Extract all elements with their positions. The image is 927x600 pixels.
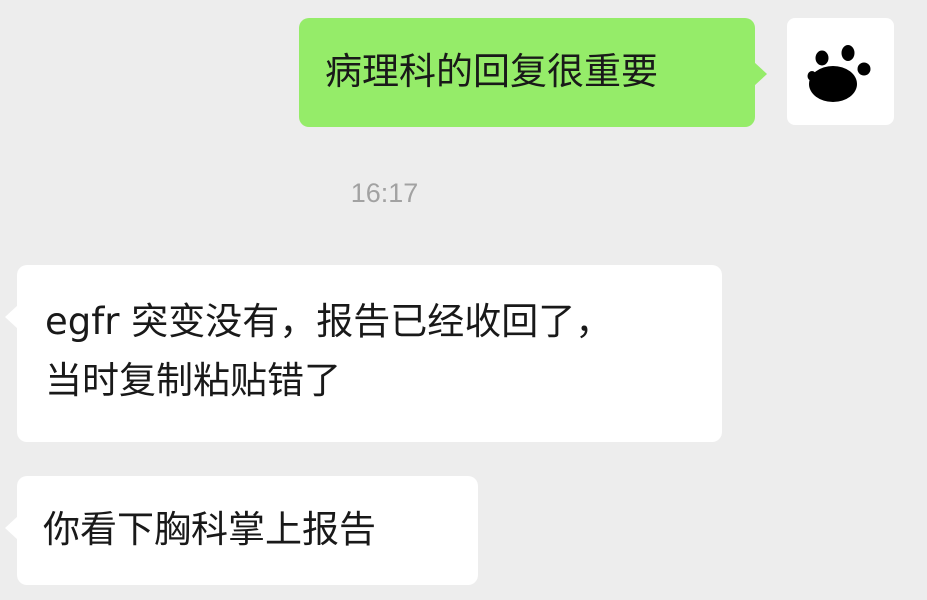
message-text: 病理科的回复很重要 <box>325 50 658 93</box>
message-text: 你看下胸科掌上报告 <box>43 508 376 551</box>
message-bubble-incoming[interactable]: 你看下胸科掌上报告 <box>5 476 478 585</box>
paw-print-icon <box>807 45 871 102</box>
message-timestamp: 16:17 <box>350 178 419 208</box>
chat-view: 病理科的回复很重要 16:17 egfr 突变没有，报告已经收回了， 当时复制粘… <box>0 0 927 600</box>
message-text-line: egfr 突变没有，报告已经收回了， <box>45 300 613 343</box>
message-bubble-outgoing[interactable]: 病理科的回复很重要 <box>299 18 767 127</box>
avatar[interactable] <box>787 18 894 125</box>
message-bubble-incoming[interactable]: egfr 突变没有，报告已经收回了， 当时复制粘贴错了 <box>5 265 722 442</box>
message-text-line: 当时复制粘贴错了 <box>45 359 341 402</box>
